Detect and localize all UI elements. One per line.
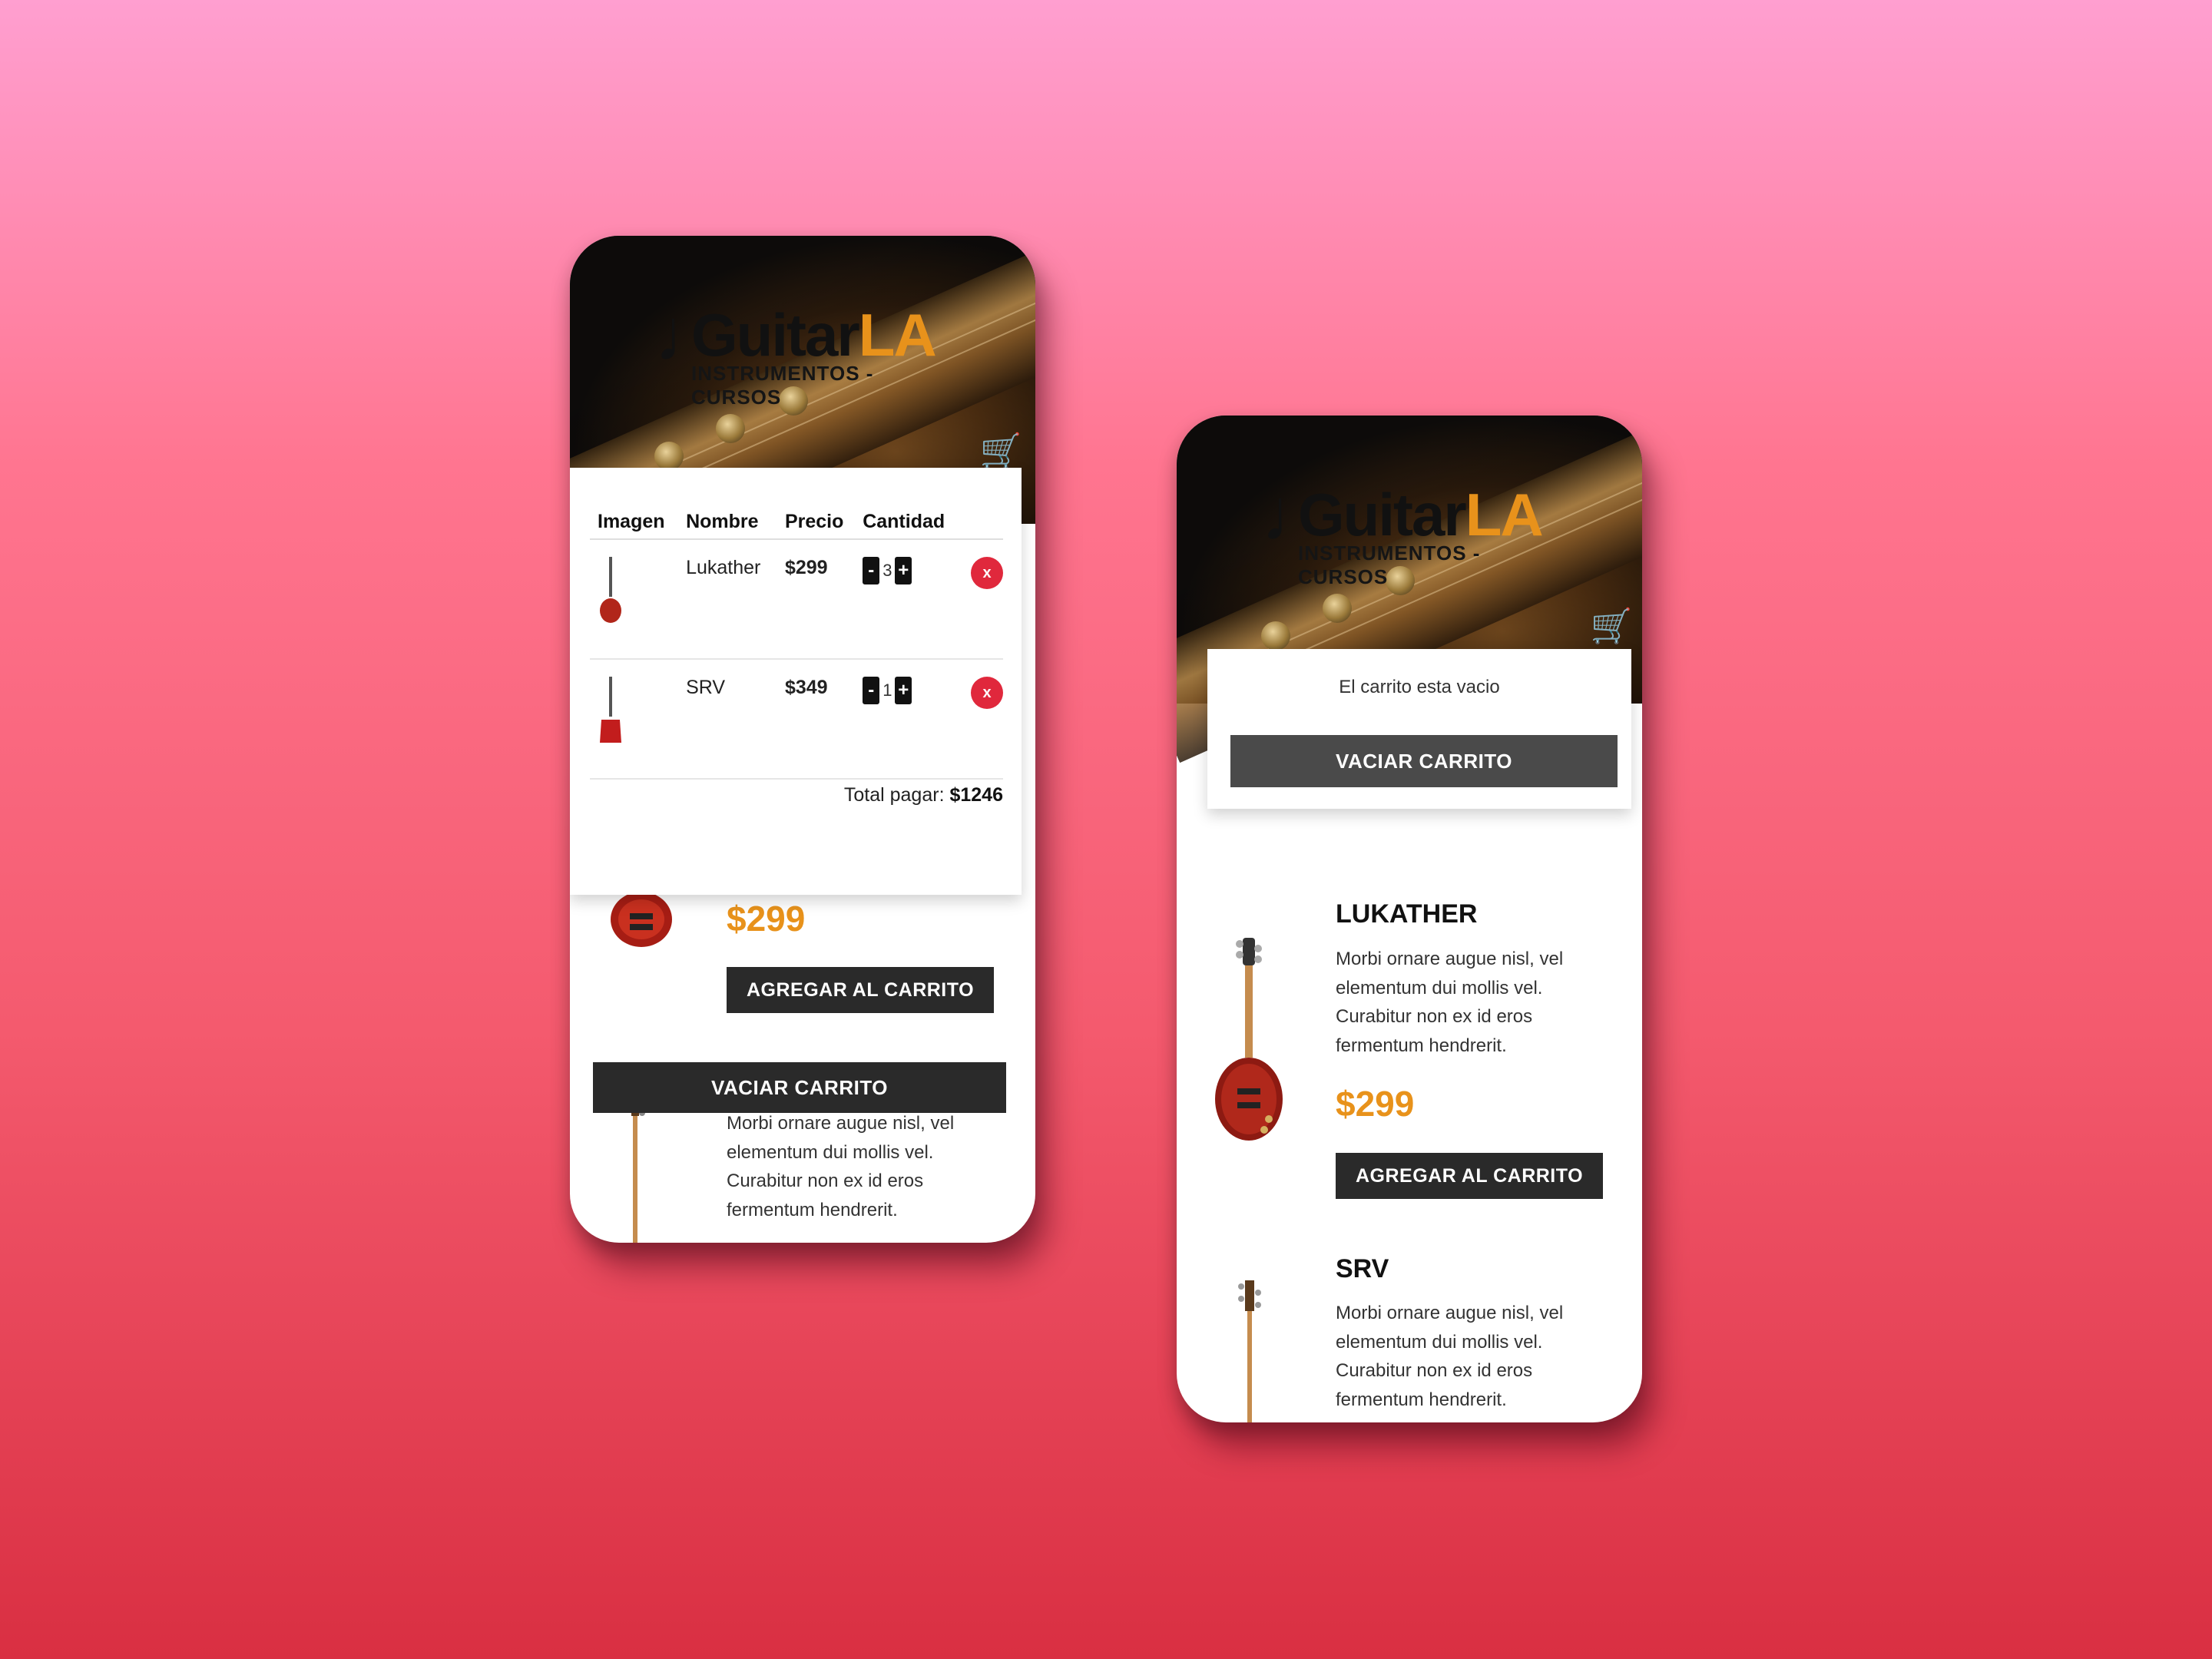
add-to-cart-button[interactable]: AGREGAR AL CARRITO bbox=[1336, 1153, 1603, 1199]
remove-item-button[interactable]: x bbox=[971, 557, 1003, 589]
add-to-cart-button[interactable]: AGREGAR AL CARRITO bbox=[727, 967, 994, 1013]
total-label: Total pagar: bbox=[843, 784, 945, 806]
product-name: SRV bbox=[1336, 1254, 1389, 1283]
quantity-value: 1 bbox=[882, 680, 892, 700]
decrement-button[interactable]: - bbox=[863, 677, 880, 704]
cart-table-header: Imagen Nombre Precio Cantidad bbox=[590, 505, 1003, 540]
brand-logo[interactable]: ♩ GuitarLA INSTRUMENTOS - CURSOS bbox=[1261, 469, 1568, 588]
product-name: LUKATHER bbox=[1336, 899, 1478, 929]
remove-cell: x bbox=[963, 539, 1003, 660]
product-description: Morbi ornare augue nisl, vel elementum d… bbox=[1336, 1303, 1564, 1410]
empty-cart-button[interactable]: VACIAR CARRITO bbox=[593, 1062, 1006, 1113]
cart-item-name: Lukather bbox=[678, 539, 777, 660]
tuning-peg bbox=[716, 414, 745, 443]
product-description: Morbi ornare augue nisl, vel elementum d… bbox=[1336, 949, 1564, 1056]
cart-item-name: SRV bbox=[678, 659, 777, 780]
product-price: $299 bbox=[1336, 1084, 1415, 1124]
decrement-button[interactable]: - bbox=[863, 557, 880, 584]
brand-wordmark: GuitarLA bbox=[1298, 480, 1544, 549]
cart-dropdown: Imagen Nombre Precio Cantidad Lukather $… bbox=[570, 468, 1022, 1113]
header-name: Nombre bbox=[678, 505, 777, 540]
cart-item-image bbox=[590, 539, 679, 660]
increment-button[interactable]: + bbox=[895, 677, 912, 704]
cart-row: Lukather $299 - 3 + x bbox=[590, 539, 1003, 660]
quantity-value: 3 bbox=[882, 561, 892, 580]
tuning-peg bbox=[1261, 621, 1290, 651]
quantity-stepper: - 3 + bbox=[855, 539, 963, 660]
empty-cart-message: El carrito esta vacio bbox=[1339, 677, 1500, 697]
header-image: Imagen bbox=[590, 505, 679, 540]
product-description: Morbi ornare augue nisl, vel elementum d… bbox=[727, 1113, 955, 1220]
cart-table: Imagen Nombre Precio Cantidad Lukather $… bbox=[590, 505, 1003, 780]
tuning-peg bbox=[1323, 594, 1352, 623]
header-quantity: Cantidad bbox=[855, 505, 963, 540]
remove-item-button[interactable]: x bbox=[971, 677, 1003, 709]
phone-cart-empty: ♩ GuitarLA INSTRUMENTOS - CURSOS 🛒 El ca… bbox=[1177, 416, 1642, 1422]
increment-button[interactable]: + bbox=[895, 557, 912, 584]
cart-item-price: $349 bbox=[777, 659, 856, 780]
total-value: $1246 bbox=[949, 784, 1003, 806]
brand-logo[interactable]: ♩ GuitarLA INSTRUMENTOS - CURSOS bbox=[654, 290, 962, 409]
remove-cell: x bbox=[963, 659, 1003, 780]
guitar-image-lukather bbox=[1210, 938, 1287, 1149]
quantity-stepper: - 1 + bbox=[855, 659, 963, 780]
brand-wordmark: GuitarLA bbox=[691, 300, 937, 369]
brand-name-main: Guitar bbox=[1298, 481, 1467, 548]
guitar-thumb-srv bbox=[600, 677, 621, 743]
cart-row: SRV $349 - 1 + x bbox=[590, 659, 1003, 780]
header-remove bbox=[963, 505, 1003, 540]
brand-tagline: INSTRUMENTOS - CURSOS bbox=[1298, 541, 1481, 588]
cart-item-price: $299 bbox=[777, 539, 856, 660]
cart-total: Total pagar: $1246 bbox=[844, 784, 1003, 806]
phone-cart-open: ♩ GuitarLA INSTRUMENTOS - CURSOS 🛒 $299 … bbox=[570, 236, 1035, 1243]
guitar-thumb-lukather bbox=[600, 557, 621, 623]
header-price: Precio bbox=[777, 505, 856, 540]
brand-name-main: Guitar bbox=[691, 301, 860, 369]
shopping-cart-icon[interactable]: 🛒 bbox=[1590, 609, 1633, 644]
product-price: $299 bbox=[727, 899, 806, 939]
brand-name-accent: LA bbox=[858, 301, 937, 369]
empty-cart-button[interactable]: VACIAR CARRITO bbox=[1230, 735, 1618, 787]
tuning-peg bbox=[654, 442, 684, 471]
guitar-image-srv bbox=[1223, 1280, 1277, 1422]
brand-name-accent: LA bbox=[1465, 481, 1544, 548]
shopping-cart-icon[interactable]: 🛒 bbox=[979, 434, 1022, 469]
brand-tagline: INSTRUMENTOS - CURSOS bbox=[691, 362, 874, 409]
cart-item-image bbox=[590, 659, 679, 780]
